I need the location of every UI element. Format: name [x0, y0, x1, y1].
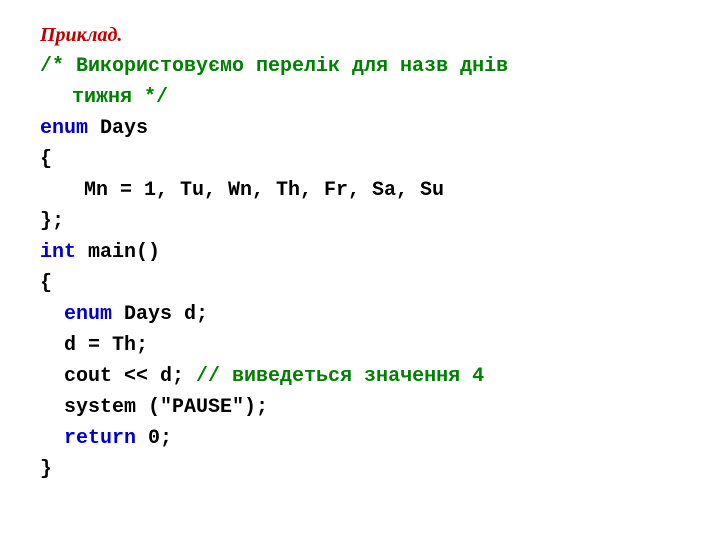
- return-rest: 0;: [136, 427, 172, 450]
- return-line: return 0;: [40, 423, 680, 454]
- keyword-enum-2: enum: [64, 303, 112, 326]
- keyword-return: return: [64, 427, 136, 450]
- comment-line-1b: тижня */: [40, 82, 680, 113]
- brace-open-2: {: [40, 268, 680, 299]
- code-slide: Приклад. /* Використовуємо перелік для н…: [0, 0, 680, 485]
- brace-open-1: {: [40, 144, 680, 175]
- main-decl-line: int main(): [40, 237, 680, 268]
- local-decl-line: enum Days d;: [40, 299, 680, 330]
- brace-close-2: }: [40, 454, 680, 485]
- enum-name: Days: [88, 117, 148, 140]
- comment-line-1: /* Використовуємо перелік для назв днів: [40, 51, 680, 82]
- keyword-int: int: [40, 241, 76, 264]
- main-sig: main(): [76, 241, 160, 264]
- cout-line: cout << d; // виведеться значення 4: [40, 361, 680, 392]
- keyword-enum: enum: [40, 117, 88, 140]
- inline-comment: // виведеться значення 4: [196, 365, 484, 388]
- assign-line: d = Th;: [40, 330, 680, 361]
- cout-pre: cout << d;: [64, 365, 196, 388]
- example-title: Приклад.: [40, 20, 680, 51]
- pause-line: system ("PAUSE");: [40, 392, 680, 423]
- enum-decl-line: enum Days: [40, 113, 680, 144]
- brace-close-1: };: [40, 206, 680, 237]
- local-decl: Days d;: [112, 303, 208, 326]
- enum-body: Mn = 1, Tu, Wn, Th, Fr, Sa, Su: [40, 175, 680, 206]
